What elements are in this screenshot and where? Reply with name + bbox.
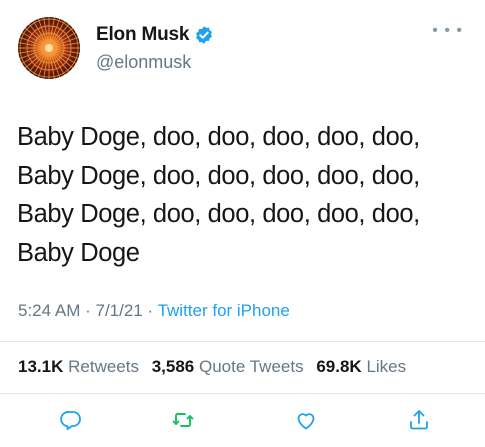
- quote-tweets-stat[interactable]: 3,586 Quote Tweets: [152, 357, 304, 376]
- share-button[interactable]: [405, 406, 433, 434]
- verified-badge-icon: [194, 25, 214, 45]
- tweet-source-link[interactable]: Twitter for iPhone: [158, 301, 290, 320]
- retweets-count: 13.1K: [18, 357, 64, 376]
- author-handle[interactable]: @elonmusk: [96, 52, 191, 73]
- meta-separator: ·: [142, 301, 158, 320]
- retweet-icon: [172, 413, 194, 427]
- tweet-text: Baby Doge, doo, doo, doo, doo, doo, Baby…: [17, 118, 477, 272]
- tweet-line: Baby Doge, doo, doo, doo, doo, doo,: [17, 161, 420, 190]
- divider: [0, 393, 485, 394]
- radial-lines-avatar-icon: [18, 17, 80, 79]
- likes-count: 69.8K: [316, 357, 362, 376]
- tweet-stats: 13.1K Retweets 3,586 Quote Tweets 69.8K …: [18, 357, 406, 377]
- quote-tweets-label: Quote Tweets: [199, 357, 304, 376]
- share-icon: [410, 410, 428, 430]
- retweets-stat[interactable]: 13.1K Retweets: [18, 357, 139, 376]
- quote-tweets-count: 3,586: [151, 357, 195, 376]
- author-display-name[interactable]: Elon Musk: [96, 24, 189, 46]
- tweet-time[interactable]: 5:24 AM: [18, 301, 80, 320]
- likes-stat[interactable]: 69.8K Likes: [316, 357, 406, 376]
- meta-separator: ·: [80, 301, 96, 320]
- tweet-line: Baby Doge, doo, doo, doo, doo, doo,: [17, 200, 420, 228]
- tweet-line: Baby Doge: [17, 238, 140, 267]
- ellipsis-icon[interactable]: • • •: [432, 23, 463, 39]
- likes-label: Likes: [366, 357, 407, 376]
- like-button[interactable]: [292, 406, 320, 434]
- reply-icon: [60, 411, 81, 431]
- tweet-meta: 5:24 AM · 7/1/21 · Twitter for iPhone: [18, 301, 290, 321]
- heart-icon: [297, 413, 315, 430]
- author-name-row: Elon Musk: [96, 24, 214, 46]
- reply-button[interactable]: [57, 406, 85, 434]
- tweet-card: Elon Musk @elonmusk • • • Baby Doge, doo…: [0, 0, 485, 447]
- tweet-line: Baby Doge, doo, doo, doo, doo, doo,: [17, 123, 420, 151]
- tweet-actions: [0, 403, 485, 439]
- divider: [0, 341, 485, 342]
- retweet-button[interactable]: [169, 406, 197, 434]
- retweets-label: Retweets: [68, 357, 139, 376]
- avatar[interactable]: [18, 17, 80, 79]
- tweet-date[interactable]: 7/1/21: [95, 301, 142, 320]
